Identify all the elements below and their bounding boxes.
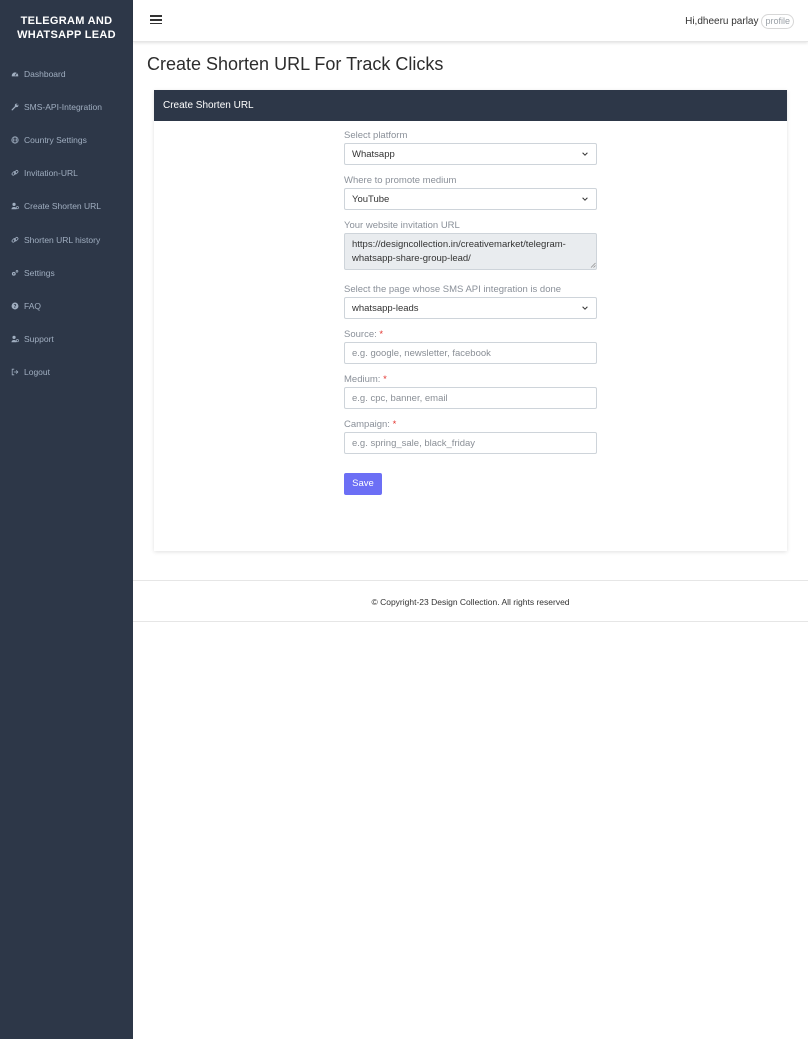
page-title: Create Shorten URL For Track Clicks	[147, 54, 444, 74]
wrench-icon	[10, 102, 19, 111]
source-input[interactable]	[352, 347, 589, 359]
brand-logo[interactable]: TELEGRAM AND WHATSAPP LEAD	[0, 0, 133, 56]
platform-label: Select platform	[344, 130, 408, 141]
medium-label-text: Medium:	[344, 374, 381, 385]
sidebar-item-dashboard[interactable]: Dashboard	[0, 57, 133, 90]
sidebar-item-label: Dashboard	[24, 68, 66, 79]
source-label: Source: *	[344, 329, 598, 341]
user-cog-icon	[10, 335, 19, 344]
sidebar-item-invitation-url[interactable]: Invitation-URL	[0, 157, 133, 190]
shorten-url-form: Select platform Whatsapp Where to promot…	[344, 130, 598, 495]
sidebar-item-label: FAQ	[24, 300, 42, 311]
footer: © Copyright-23 Design Collection. All ri…	[133, 580, 808, 622]
sign-out-icon	[10, 368, 19, 377]
main-content: Create Shorten URL For Track Clicks Crea…	[133, 42, 808, 1039]
sms-page-select[interactable]: whatsapp-leads	[344, 297, 597, 319]
user-greeting: Hi,dheeru parlay	[685, 16, 759, 27]
link-icon	[10, 235, 19, 244]
avatar-alt-text: profile	[765, 16, 790, 26]
medium-input-wrapper	[344, 387, 597, 409]
promote-medium-selected-value: YouTube	[352, 193, 390, 205]
sidebar: TELEGRAM AND WHATSAPP LEAD Dashboard SMS…	[0, 0, 133, 1039]
campaign-label-text: Campaign:	[344, 419, 390, 430]
gears-icon	[10, 268, 19, 277]
sidebar-item-settings[interactable]: Settings	[0, 256, 133, 289]
sidebar-item-label: Country Settings	[24, 134, 87, 145]
top-navbar: Hi,dheeru parlay profile	[133, 0, 808, 42]
sms-page-selected-value: whatsapp-leads	[352, 302, 419, 314]
user-menu[interactable]: Hi,dheeru parlay profile	[685, 14, 794, 29]
promote-medium-label: Where to promote medium	[344, 175, 457, 186]
sidebar-item-logout[interactable]: Logout	[0, 356, 133, 389]
required-mark: *	[392, 419, 397, 430]
sidebar-item-shorten-url-history[interactable]: Shorten URL history	[0, 223, 133, 256]
globe-icon	[10, 135, 19, 144]
campaign-label: Campaign: *	[344, 419, 598, 431]
sidebar-item-country-settings[interactable]: Country Settings	[0, 123, 133, 156]
chevron-down-icon	[582, 306, 588, 310]
sms-page-label: Select the page whose SMS API integratio…	[344, 284, 562, 295]
dashboard-icon	[10, 69, 19, 78]
sidebar-item-label: Settings	[24, 267, 55, 278]
campaign-input-wrapper	[344, 432, 597, 454]
copyright-text: © Copyright-23 Design Collection. All ri…	[371, 597, 570, 607]
resize-handle-icon[interactable]	[590, 262, 596, 268]
svg-text:?: ?	[13, 304, 16, 310]
link-icon	[10, 169, 19, 178]
card-header: Create Shorten URL	[154, 90, 787, 121]
brand-line-1: TELEGRAM AND	[20, 15, 113, 27]
hamburger-menu-icon[interactable]	[150, 13, 162, 27]
sidebar-item-create-shorten-url[interactable]: Create Shorten URL	[0, 190, 133, 223]
create-shorten-url-card: Create Shorten URL Select platform Whats…	[154, 90, 787, 551]
required-mark: *	[383, 374, 387, 385]
save-button[interactable]: Save	[344, 473, 382, 495]
sidebar-item-label: Create Shorten URL	[24, 201, 102, 212]
sidebar-item-label: Shorten URL history	[24, 234, 101, 245]
source-input-wrapper	[344, 342, 597, 364]
sidebar-item-label: SMS-API-Integration	[24, 101, 102, 112]
sidebar-item-label: Invitation-URL	[24, 168, 78, 179]
sidebar-item-label: Logout	[24, 367, 50, 378]
sidebar-item-sms-api-integration[interactable]: SMS-API-Integration	[0, 90, 133, 123]
platform-select[interactable]: Whatsapp	[344, 143, 597, 165]
source-label-text: Source:	[344, 329, 377, 340]
medium-input[interactable]	[352, 392, 589, 404]
user-cog-icon	[10, 202, 19, 211]
chevron-down-icon	[582, 152, 588, 156]
required-mark: *	[379, 329, 384, 340]
sidebar-item-label: Support	[24, 334, 54, 345]
brand-line-2: WHATSAPP LEAD	[17, 29, 116, 41]
invitation-url-label: Your website invitation URL	[344, 220, 460, 231]
sidebar-nav: Dashboard SMS-API-Integration Country Se…	[0, 57, 133, 389]
question-circle-icon: ?	[10, 301, 19, 310]
platform-selected-value: Whatsapp	[352, 148, 395, 160]
sidebar-item-support[interactable]: Support	[0, 323, 133, 356]
medium-label: Medium: *	[344, 374, 598, 386]
avatar[interactable]: profile	[761, 14, 794, 29]
promote-medium-select[interactable]: YouTube	[344, 188, 597, 210]
campaign-input[interactable]	[352, 437, 589, 449]
sidebar-item-faq[interactable]: ? FAQ	[0, 289, 133, 322]
invitation-url-textarea[interactable]: https://designcollection.in/creativemark…	[344, 233, 597, 270]
chevron-down-icon	[582, 197, 588, 201]
